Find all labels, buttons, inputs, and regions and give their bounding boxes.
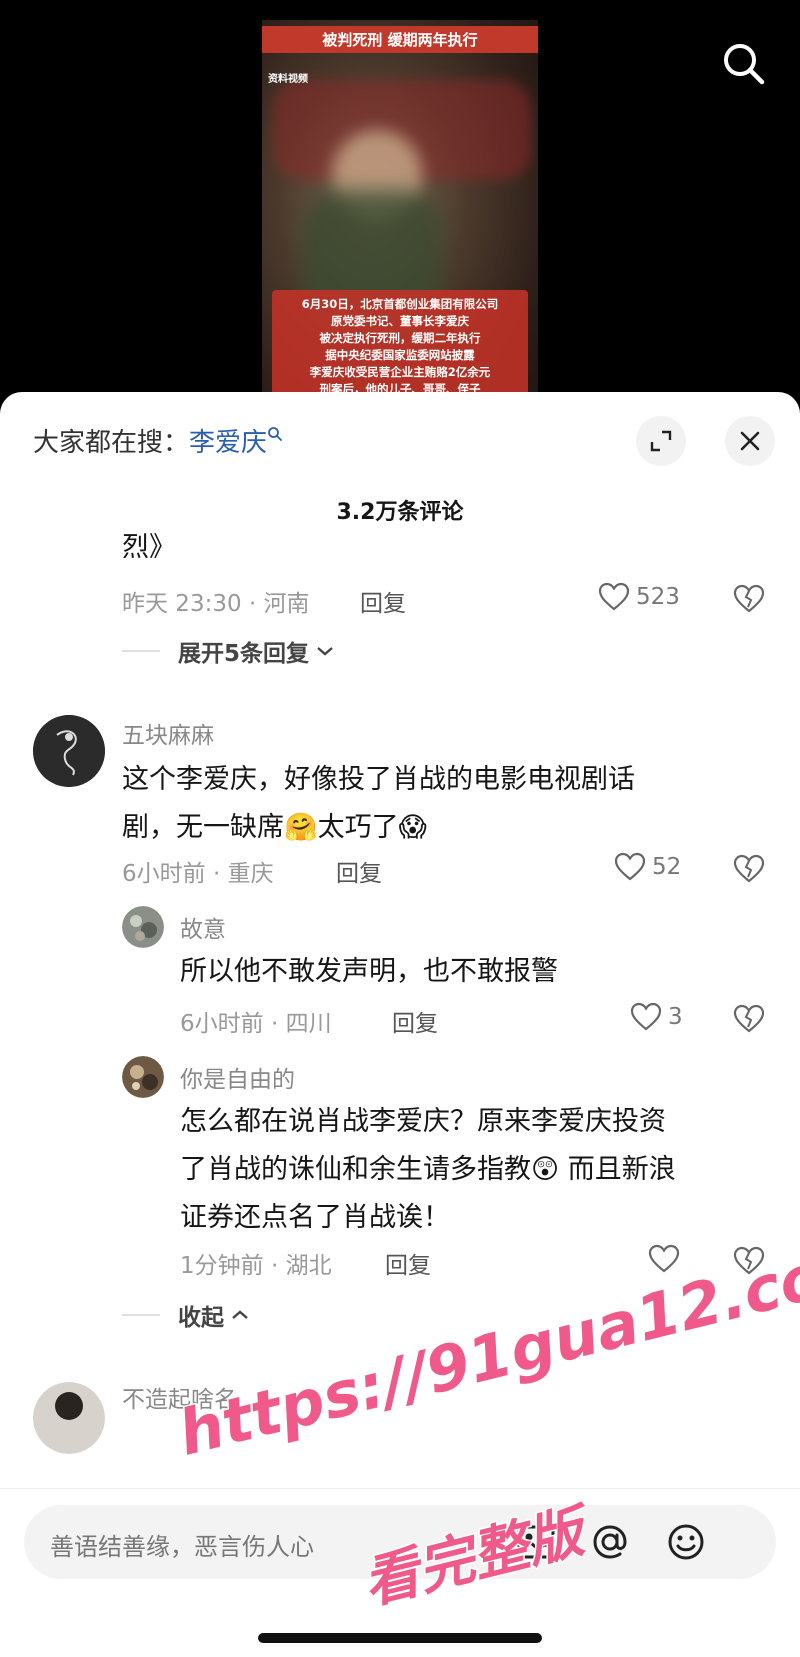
like-button[interactable] <box>648 1244 680 1274</box>
avatar[interactable] <box>122 906 164 948</box>
divider-line <box>122 1314 160 1316</box>
broken-heart-icon <box>733 584 765 613</box>
comment-text: 烈》 <box>122 532 176 563</box>
home-indicator <box>258 1633 542 1643</box>
reply-button[interactable]: 回复 <box>392 1004 438 1038</box>
avatar[interactable] <box>122 1056 164 1098</box>
video-top-caption: 被判死刑 缓期两年执行 <box>262 26 538 53</box>
search-icon <box>724 44 765 85</box>
collapse-replies-label: 收起 <box>178 1305 224 1331</box>
comment-text: 这个李爱庆，好像投了肖战的电影电视剧话 剧，无一缺席🤗太巧了😱 <box>122 756 772 852</box>
like-button[interactable]: 52 <box>614 852 681 882</box>
trending-search[interactable]: 大家都在搜：李爱庆 <box>33 422 283 459</box>
heart-icon <box>614 852 646 881</box>
broken-heart-icon <box>733 1004 765 1033</box>
comment-time-location: 1分钟前 · 湖北 <box>180 1253 332 1279</box>
comment-time-location: 昨天 23:30 · 河南 <box>122 591 310 617</box>
comment-count: 3.2万条评论 <box>336 500 464 525</box>
username[interactable]: 五块麻麻 <box>122 716 214 750</box>
video-caption-line: 6月30日，北京首都创业集团有限公司 <box>301 297 499 311</box>
dislike-button[interactable] <box>733 584 765 618</box>
image-icon <box>517 1525 555 1559</box>
broken-heart-icon <box>733 1246 765 1275</box>
video-caption-line: 据中央纪委国家监委网站披露 <box>325 348 475 362</box>
comment-input-bar: 善语结善缘，恶言伤人心 <box>0 1488 800 1657</box>
video-caption: 6月30日，北京首都创业集团有限公司 原党委书记、董事长李爱庆 被决定执行死刑，… <box>272 290 528 399</box>
like-count: 52 <box>652 854 682 880</box>
shock-emoji: 😱 <box>398 812 427 843</box>
chevron-up-icon <box>232 1310 248 1319</box>
video-caption-line: 被决定执行死刑，缓期二年执行 <box>319 331 481 345</box>
close-button[interactable] <box>725 416 775 466</box>
collapse-replies-button[interactable]: 收起 <box>122 1298 250 1332</box>
comment-time-location: 6小时前 · 四川 <box>180 1011 332 1037</box>
comment-input[interactable]: 善语结善缘，恶言伤人心 <box>24 1505 776 1579</box>
search-button[interactable] <box>720 40 768 88</box>
video-frame: 被判死刑 缓期两年执行 资料视频 6月30日，北京首都创业集团有限公司 原党委书… <box>262 20 538 420</box>
username[interactable]: 你是自由的 <box>180 1060 295 1094</box>
dislike-button[interactable] <box>733 854 765 888</box>
like-count: 523 <box>636 584 680 610</box>
comment-text-segment: 太巧了 <box>317 812 399 843</box>
avatar[interactable] <box>33 715 105 787</box>
search-icon <box>268 427 282 441</box>
comment-text-line: 证券还点名了肖战诶！ <box>180 1202 450 1233</box>
smiley-icon <box>668 1524 704 1560</box>
heart-icon <box>598 582 630 611</box>
comment-text: 怎么都在说肖战李爱庆？原来李爱庆投资 了肖战的诛仙和余生请多指教😲 而且新浪 证… <box>180 1098 780 1242</box>
video-source-label: 资料视频 <box>268 74 308 85</box>
comment-text-line: 怎么都在说肖战李爱庆？原来李爱庆投资 <box>180 1106 666 1137</box>
video-caption-line: 李爱庆收受民营企业主贿赂2亿余元 <box>309 365 491 379</box>
comment-text: 所以他不敢发声明，也不敢报警 <box>180 956 558 987</box>
expand-replies-button[interactable]: 展开5条回复 <box>122 634 335 668</box>
dislike-button[interactable] <box>733 1004 765 1038</box>
comment-input-placeholder: 善语结善缘，恶言伤人心 <box>50 1533 314 1561</box>
comment-text-line: 了肖战的诛仙和余生请多指教😲 而且新浪 <box>180 1146 780 1194</box>
surprised-emoji: 😲 <box>531 1154 560 1185</box>
comment-text-line: 这个李爱庆，好像投了肖战的电影电视剧话 <box>122 764 635 795</box>
comment-text-segment: 了肖战的诛仙和余生请多指教 <box>180 1154 531 1185</box>
video-caption-line: 原党委书记、董事长李爱庆 <box>331 314 469 328</box>
broken-heart-icon <box>733 854 765 883</box>
comment-text-segment: 剧，无一缺席 <box>122 812 284 843</box>
comments-sheet: 大家都在搜：李爱庆 3.2万条评论 烈》 昨天 23:30 · 河南 回复 52… <box>0 392 800 1657</box>
reply-button[interactable]: 回复 <box>336 854 382 888</box>
dislike-button[interactable] <box>733 1246 765 1280</box>
avatar[interactable] <box>33 1382 105 1454</box>
like-count: 3 <box>668 1004 683 1030</box>
like-button[interactable]: 523 <box>598 582 680 612</box>
close-icon <box>740 431 760 451</box>
reply-button[interactable]: 回复 <box>360 584 406 618</box>
chevron-down-icon <box>317 647 333 656</box>
expand-icon <box>650 430 672 452</box>
like-button[interactable]: 3 <box>630 1002 683 1032</box>
emoji-button[interactable] <box>664 1520 708 1564</box>
heart-icon <box>630 1002 662 1031</box>
mention-button[interactable] <box>588 1520 632 1564</box>
heart-icon <box>648 1244 680 1273</box>
comment-text-segment: 而且新浪 <box>559 1154 676 1185</box>
divider-line <box>122 650 160 652</box>
comment-time-location: 6小时前 · 重庆 <box>122 861 274 887</box>
at-icon <box>593 1525 627 1559</box>
video-player[interactable]: 被判死刑 缓期两年执行 资料视频 6月30日，北京首都创业集团有限公司 原党委书… <box>0 0 800 420</box>
image-button[interactable] <box>514 1520 558 1564</box>
hug-emoji: 🤗 <box>284 812 318 843</box>
expand-replies-label: 展开5条回复 <box>178 641 310 667</box>
username[interactable]: 不造起啥名 <box>122 1380 237 1414</box>
comment-text-line: 剧，无一缺席🤗太巧了😱 <box>122 804 772 852</box>
trending-search-prefix: 大家都在搜： <box>33 428 190 458</box>
sheet-header: 大家都在搜：李爱庆 3.2万条评论 <box>0 392 800 525</box>
reply-button[interactable]: 回复 <box>385 1246 431 1280</box>
trending-search-term[interactable]: 李爱庆 <box>189 428 267 458</box>
username[interactable]: 故意 <box>180 910 226 944</box>
expand-sheet-button[interactable] <box>636 416 686 466</box>
